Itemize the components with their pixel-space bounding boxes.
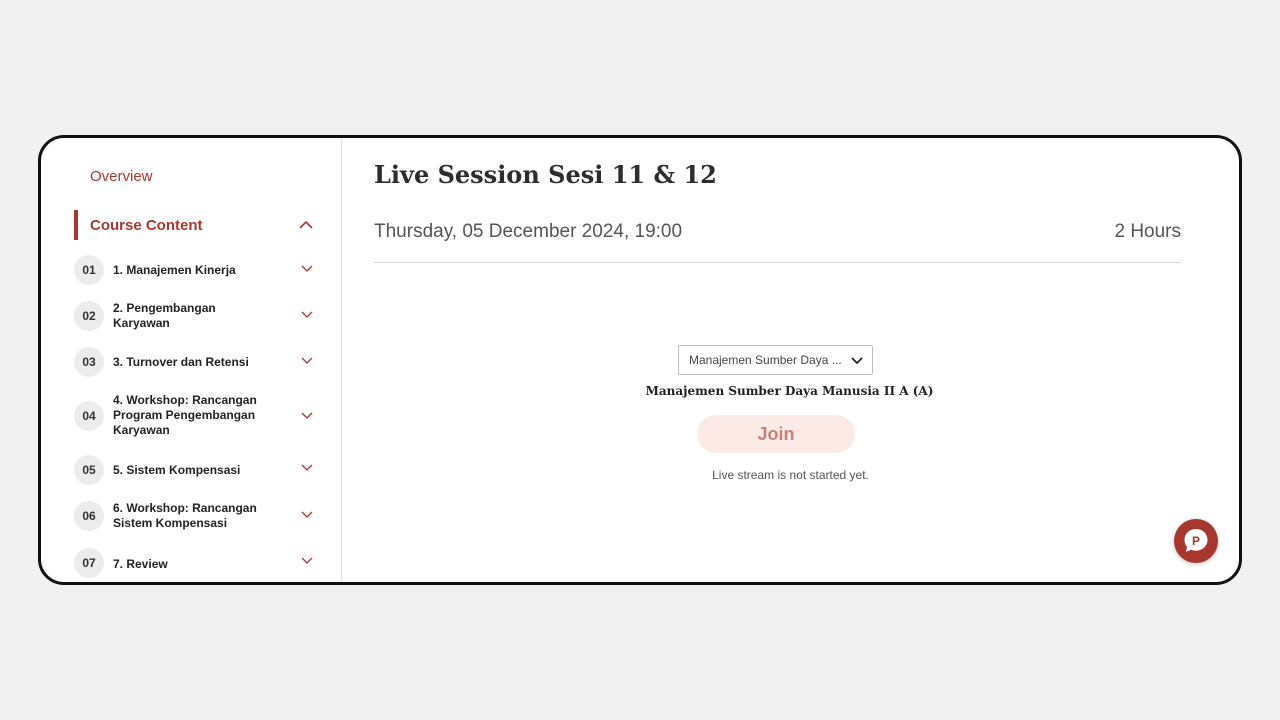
module-number: 04 bbox=[74, 401, 104, 431]
module-item[interactable]: 07 7. Review bbox=[74, 548, 314, 578]
stream-status: Live stream is not started yet. bbox=[712, 468, 869, 482]
sidebar: Overview Course Content 01 1. Manajemen … bbox=[41, 138, 342, 582]
course-content-label: Course Content bbox=[90, 217, 203, 234]
app-frame: Overview Course Content 01 1. Manajemen … bbox=[38, 135, 1242, 585]
module-number: 07 bbox=[74, 548, 104, 578]
module-number: 02 bbox=[74, 301, 104, 331]
class-select-value: Manajemen Sumber Daya ... bbox=[689, 353, 842, 367]
chevron-down-icon bbox=[301, 557, 313, 564]
chevron-down-icon bbox=[301, 357, 313, 364]
module-number: 01 bbox=[74, 255, 104, 285]
session-panel: Live Session Sesi 11 & 12 Thursday, 05 D… bbox=[342, 138, 1239, 582]
module-item[interactable]: 01 1. Manajemen Kinerja bbox=[74, 255, 314, 285]
chevron-down-icon bbox=[301, 511, 313, 518]
chevron-down-icon bbox=[301, 265, 313, 272]
session-duration: 2 Hours bbox=[1114, 221, 1181, 242]
join-button[interactable]: Join bbox=[697, 415, 855, 453]
svg-text:P: P bbox=[1192, 534, 1200, 548]
module-item[interactable]: 05 5. Sistem Kompensasi bbox=[74, 455, 314, 485]
module-item[interactable]: 04 4. Workshop: Rancangan Program Pengem… bbox=[74, 393, 314, 437]
class-select[interactable]: Manajemen Sumber Daya ... bbox=[678, 345, 873, 375]
module-title: 7. Review bbox=[113, 557, 168, 571]
module-item[interactable]: 02 2. Pengembangan Karyawan bbox=[74, 301, 314, 331]
module-number: 03 bbox=[74, 347, 104, 377]
chevron-down-icon bbox=[301, 464, 313, 471]
help-chat-button[interactable]: P bbox=[1174, 519, 1218, 563]
chevron-down-icon bbox=[301, 412, 313, 419]
module-title: 4. Workshop: Rancangan Program Pengemban… bbox=[113, 393, 257, 437]
module-title: 1. Manajemen Kinerja bbox=[113, 263, 236, 277]
module-number: 06 bbox=[74, 501, 104, 531]
session-date: Thursday, 05 December 2024, 19:00 bbox=[374, 221, 683, 242]
module-title: 6. Workshop: Rancangan Sistem Kompensasi bbox=[113, 501, 257, 530]
page-title: Live Session Sesi 11 & 12 bbox=[374, 160, 717, 189]
module-title: 2. Pengembangan Karyawan bbox=[113, 301, 216, 330]
module-title: 5. Sistem Kompensasi bbox=[113, 463, 241, 477]
module-number: 05 bbox=[74, 455, 104, 485]
module-item[interactable]: 03 3. Turnover dan Retensi bbox=[74, 347, 314, 377]
session-class-name: Manajemen Sumber Daya Manusia II A (A) bbox=[645, 384, 934, 398]
overview-link[interactable]: Overview bbox=[90, 168, 153, 185]
chevron-down-icon bbox=[301, 311, 313, 318]
chat-p-icon: P bbox=[1184, 529, 1208, 552]
divider bbox=[374, 262, 1181, 263]
chevron-up-icon bbox=[299, 220, 313, 229]
chevron-down-icon bbox=[851, 357, 863, 365]
module-title: 3. Turnover dan Retensi bbox=[113, 355, 249, 369]
course-content-header[interactable]: Course Content bbox=[74, 210, 314, 240]
active-indicator bbox=[74, 210, 78, 240]
module-item[interactable]: 06 6. Workshop: Rancangan Sistem Kompens… bbox=[74, 501, 314, 531]
